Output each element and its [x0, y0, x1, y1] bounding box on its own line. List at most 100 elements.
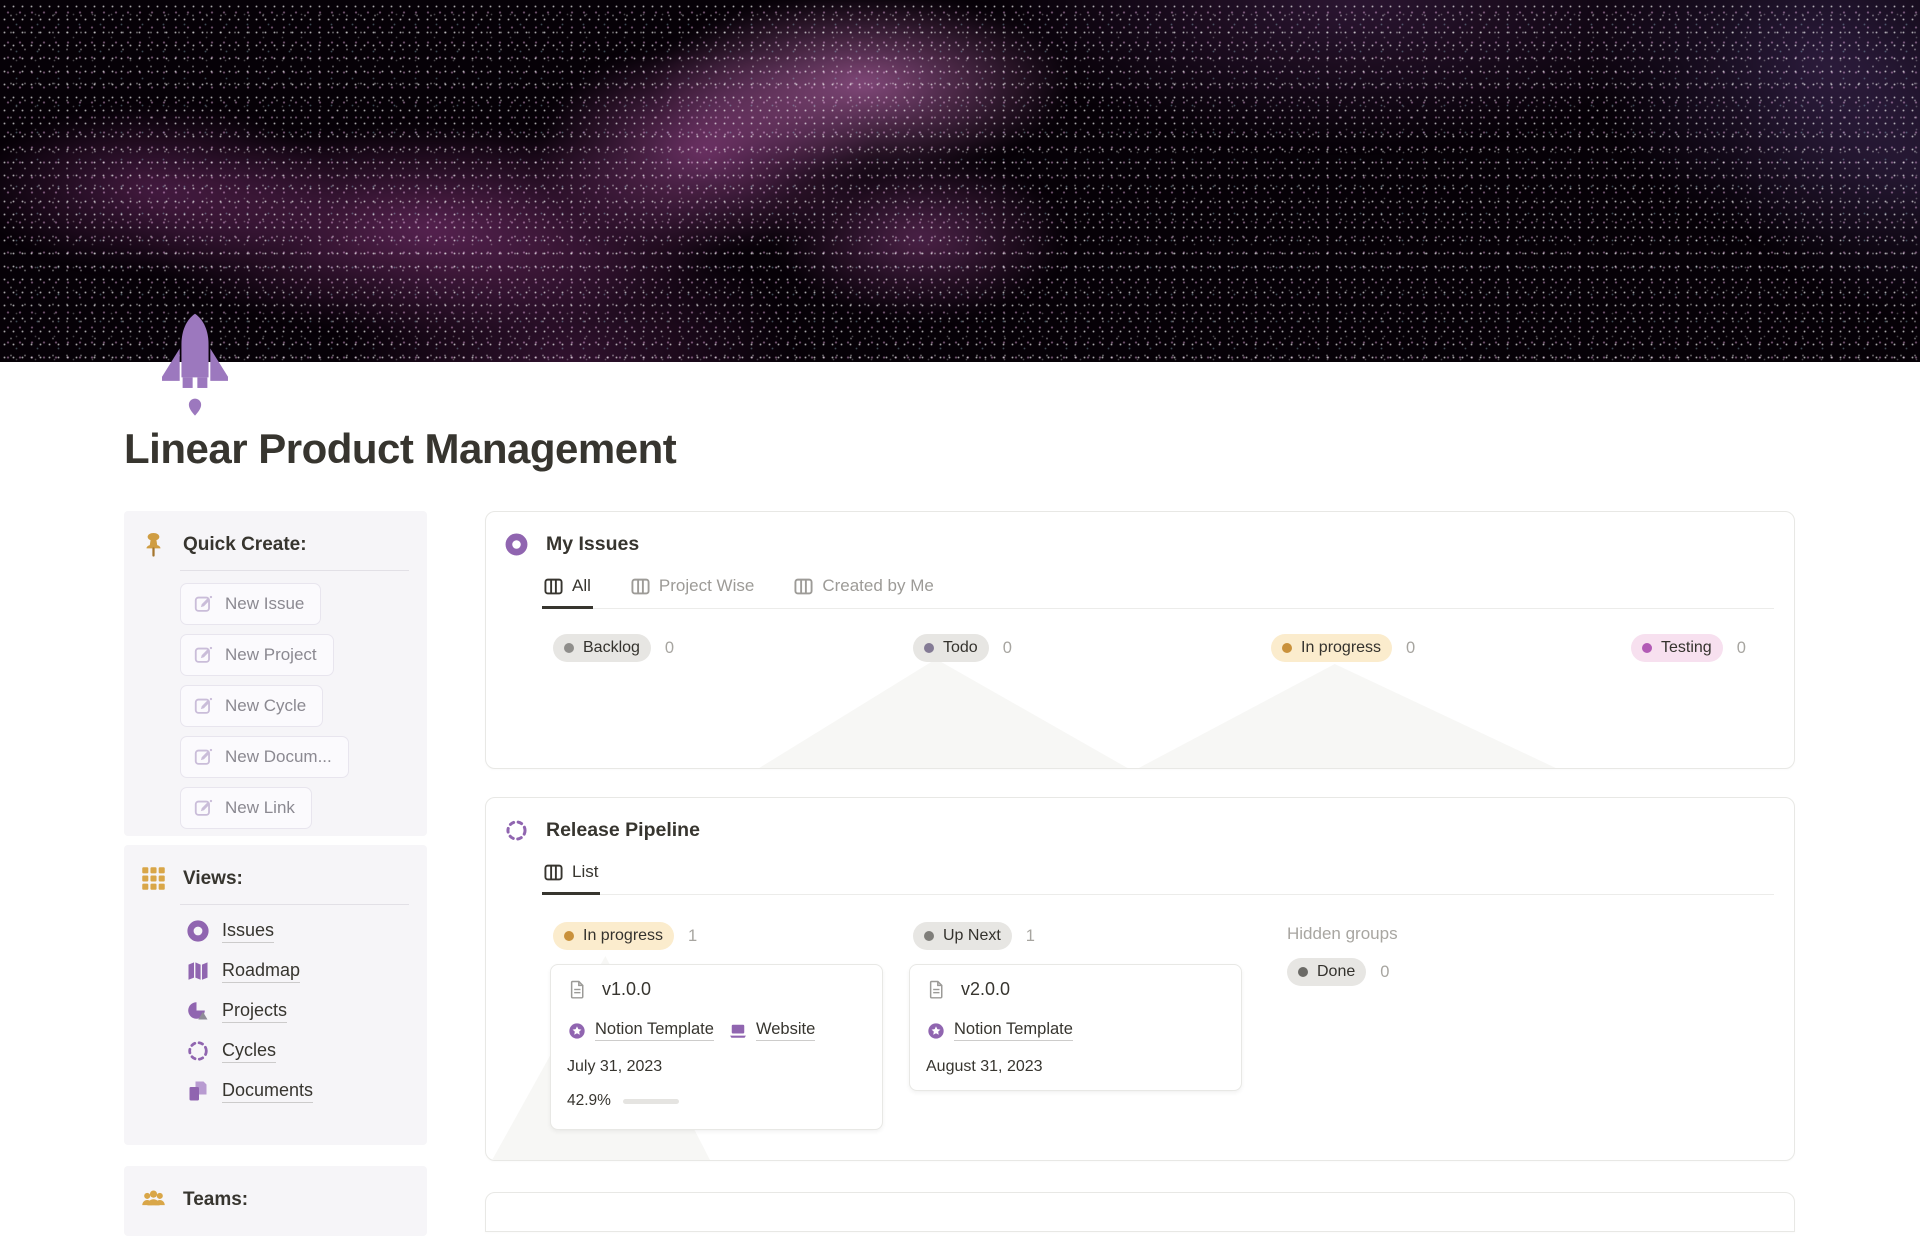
tab-project-wise[interactable]: Project Wise — [629, 570, 756, 609]
button-label: New Project — [225, 645, 317, 664]
progress-percent: 42.9% — [567, 1092, 611, 1109]
sidebar-item-cycles[interactable]: Cycles — [186, 1039, 427, 1063]
laptop-icon — [730, 1024, 746, 1038]
star-badge-icon — [569, 1022, 585, 1039]
new-link-button[interactable]: New Link — [180, 787, 312, 829]
database-title: My Issues — [546, 533, 640, 555]
release-date: August 31, 2023 — [926, 1058, 1043, 1075]
sidebar-item-projects[interactable]: Projects — [186, 999, 427, 1023]
column-label: Testing — [1661, 639, 1712, 656]
link-label: Notion Template — [595, 1020, 714, 1041]
tab-all[interactable]: All — [542, 570, 593, 609]
release-title: v1.0.0 — [602, 979, 652, 999]
edit-icon — [194, 748, 213, 765]
website-link[interactable]: Website — [728, 1020, 816, 1041]
page-icon — [929, 980, 943, 999]
sidebar-item-issues[interactable]: Issues — [186, 919, 427, 943]
teams-heading: Teams: — [183, 1188, 249, 1210]
button-label: New Issue — [225, 594, 305, 613]
release-date: July 31, 2023 — [567, 1058, 663, 1075]
star-field — [0, 0, 1920, 362]
column-header-up-next[interactable]: Up Next — [913, 922, 1012, 950]
map-icon — [188, 962, 208, 980]
column-header-in-progress[interactable]: In progress — [553, 922, 675, 950]
status-dot — [924, 643, 934, 653]
board-view-icon — [544, 578, 563, 594]
column-count: 0 — [1380, 962, 1390, 981]
view-item-label: Issues — [222, 920, 275, 943]
column-label: In progress — [1301, 639, 1382, 656]
new-document-button[interactable]: New Docum... — [180, 736, 349, 778]
dashed-circle-icon — [504, 818, 529, 843]
release-title: v2.0.0 — [961, 979, 1011, 999]
column-header-in-progress[interactable]: In progress — [1271, 634, 1393, 662]
column-count: 0 — [664, 638, 675, 657]
sidebar-item-roadmap[interactable]: Roadmap — [186, 959, 427, 983]
column-header-todo[interactable]: Todo — [913, 634, 989, 662]
quick-create-heading: Quick Create: — [183, 533, 307, 555]
button-label: New Link — [225, 798, 295, 817]
notion-template-link[interactable]: Notion Template — [926, 1020, 1073, 1041]
view-item-label: Roadmap — [222, 960, 301, 983]
column-header-backlog[interactable]: Backlog — [553, 634, 651, 662]
board-view-icon — [631, 578, 650, 594]
button-label: New Docum... — [225, 747, 332, 766]
release-card-v2[interactable]: v2.0.0 Notion Template August 31, 2023 — [909, 964, 1242, 1091]
shapes-icon — [188, 1002, 208, 1020]
new-issue-button[interactable]: New Issue — [180, 583, 322, 625]
edit-icon — [194, 595, 213, 612]
target-donut-icon — [187, 920, 209, 942]
column-header-done[interactable]: Done — [1287, 958, 1367, 986]
cover-image — [0, 0, 1920, 362]
new-cycle-button[interactable]: New Cycle — [180, 685, 324, 727]
status-dot — [924, 931, 934, 941]
my-issues-section: My Issues All Project Wise Created by Me… — [485, 511, 1795, 769]
new-project-button[interactable]: New Project — [180, 634, 334, 676]
views-heading: Views: — [183, 867, 243, 889]
status-dot — [1298, 967, 1308, 977]
tab-list[interactable]: List — [542, 856, 601, 895]
column-header-testing[interactable]: Testing — [1631, 634, 1723, 662]
notion-template-link[interactable]: Notion Template — [567, 1020, 714, 1041]
column-label: Todo — [943, 639, 978, 656]
column-label: In progress — [583, 927, 664, 944]
people-icon — [140, 1186, 167, 1213]
column-label: Backlog — [583, 639, 640, 656]
progress-row: 42.9% — [567, 1092, 866, 1110]
edit-icon — [194, 646, 213, 663]
column-count: 1 — [688, 926, 698, 945]
status-dot — [1282, 643, 1292, 653]
link-label: Notion Template — [954, 1020, 1073, 1041]
divider — [180, 570, 409, 571]
teams-panel: Teams: — [124, 1166, 427, 1236]
status-dot — [564, 931, 574, 941]
release-pipeline-section: Release Pipeline List In progress 1 Up N… — [485, 797, 1795, 1161]
board-view-icon — [794, 578, 813, 594]
hidden-groups-toggle[interactable]: Hidden groups — [1287, 924, 1398, 944]
tab-label: Project Wise — [658, 576, 755, 595]
tab-label: Created by Me — [822, 576, 934, 595]
column-label: Done — [1317, 963, 1356, 980]
donut-icon — [504, 532, 529, 557]
page-icon — [570, 980, 584, 999]
edit-icon — [194, 697, 213, 714]
database-title: Release Pipeline — [546, 819, 700, 841]
view-item-label: Projects — [222, 1000, 288, 1023]
grid-icon — [140, 865, 167, 892]
status-dot — [564, 643, 574, 653]
tab-created-by-me[interactable]: Created by Me — [792, 570, 936, 609]
board-view-icon — [544, 864, 563, 880]
dashed-circle-icon — [188, 1041, 208, 1061]
rocket-icon[interactable] — [146, 312, 244, 418]
status-dot — [1642, 643, 1652, 653]
board-triangle — [756, 659, 1131, 768]
star-badge-icon — [928, 1022, 944, 1039]
sidebar-item-documents[interactable]: Documents — [186, 1079, 427, 1103]
board-triangle — [1135, 664, 1560, 768]
page-title: Linear Product Management — [124, 425, 677, 472]
tab-label: All — [572, 576, 591, 595]
progress-bar — [622, 1098, 679, 1104]
column-count: 0 — [1736, 638, 1746, 657]
release-card-v1[interactable]: v1.0.0 Notion Template Website July 31, … — [550, 964, 883, 1130]
tab-label: List — [572, 862, 599, 881]
